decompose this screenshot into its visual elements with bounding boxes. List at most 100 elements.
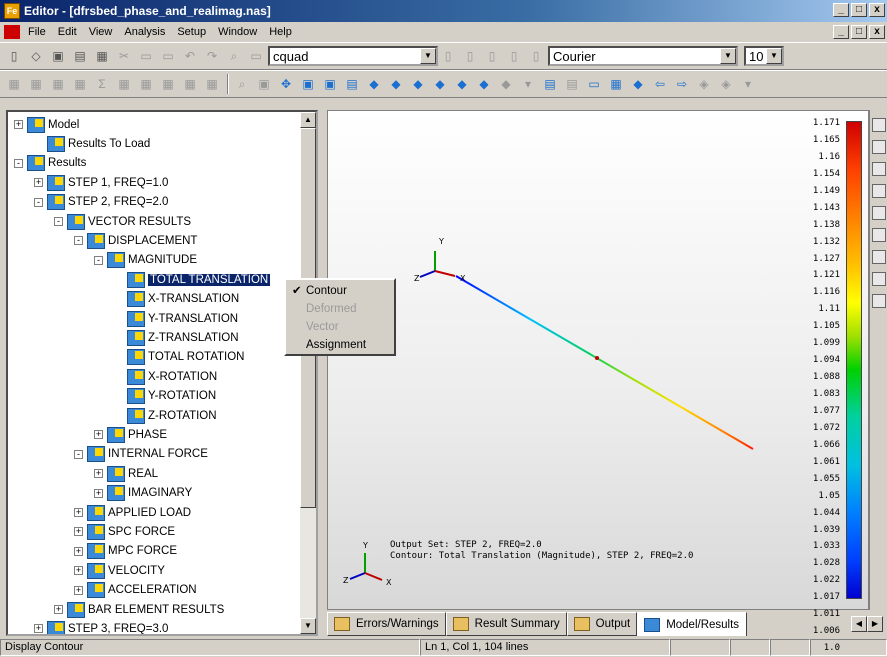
context-menu-assignment[interactable]: Assignment (286, 336, 394, 354)
view-back-icon[interactable] (872, 294, 886, 308)
view-side-icon[interactable] (872, 184, 886, 198)
materials-icon[interactable]: ▦ (158, 74, 178, 94)
expand-icon[interactable]: + (74, 546, 83, 556)
context-menu-vector[interactable]: Vector (286, 318, 394, 336)
minimize-button[interactable]: _ (833, 3, 849, 17)
tree-node[interactable]: - VECTOR RESULTS (54, 212, 191, 231)
expand-icon[interactable]: + (34, 178, 43, 188)
context-menu-contour[interactable]: ✔ Contour (286, 282, 394, 300)
display-icon[interactable]: ◆ (496, 74, 516, 94)
tree-node[interactable]: Z-ROTATION (114, 406, 217, 425)
tab-errors-warnings[interactable]: Errors/Warnings (327, 612, 446, 636)
view-left-icon[interactable] (872, 228, 886, 242)
document-icon[interactable] (4, 25, 20, 39)
save-icon[interactable]: ▣ (48, 46, 68, 66)
loads-icon[interactable]: ▦ (114, 74, 134, 94)
scroll-down-icon[interactable]: ▼ (300, 618, 316, 634)
result-deformed-icon[interactable]: ◆ (386, 74, 406, 94)
menu-window[interactable]: Window (212, 26, 263, 38)
comment-icon[interactable]: ▯ (482, 46, 502, 66)
view-right-icon[interactable] (872, 250, 886, 264)
tree-node[interactable]: + IMAGINARY (94, 484, 192, 503)
chevron-down-icon[interactable]: ▼ (766, 48, 782, 64)
tree-node[interactable]: + STEP 3, FREQ=3.0 (34, 619, 168, 634)
tree-node[interactable]: + STEP 1, FREQ=1.0 (34, 173, 168, 192)
view-iso-icon[interactable] (872, 206, 886, 220)
tab-output[interactable]: Output (566, 612, 638, 636)
tree-node[interactable]: + ACCELERATION (74, 581, 197, 600)
result-plot-icon[interactable]: ◆ (474, 74, 494, 94)
tree-node[interactable]: + MPC FORCE (74, 542, 177, 561)
expand-icon[interactable]: + (94, 430, 103, 440)
zoom-icon[interactable]: ⌕ (232, 74, 252, 94)
tree-node[interactable]: TOTAL TRANSLATION (114, 270, 271, 289)
paste-icon[interactable]: ▭ (158, 46, 178, 66)
forward-arrow-icon[interactable]: ⇨ (672, 74, 692, 94)
tree-node[interactable]: + SPC FORCE (74, 522, 175, 541)
collapse-icon[interactable]: - (34, 197, 43, 207)
collapse-icon[interactable]: - (94, 255, 103, 265)
view-cube-icon[interactable] (872, 118, 886, 132)
tree-node[interactable]: X-TRANSLATION (114, 290, 239, 309)
menu-help[interactable]: Help (263, 26, 298, 38)
menu-setup[interactable]: Setup (171, 26, 212, 38)
redo-icon[interactable]: ↷ (202, 46, 222, 66)
wireframe-icon[interactable]: ▭ (584, 74, 604, 94)
collapse-icon[interactable]: - (74, 236, 83, 246)
scroll-up-icon[interactable]: ▲ (300, 112, 316, 128)
tree-node[interactable]: Y-ROTATION (114, 387, 216, 406)
element-type-select[interactable]: cquad ▼ (268, 46, 438, 66)
tree-scrollbar[interactable]: ▲ ▼ (300, 112, 316, 634)
dropdown-icon[interactable]: ▾ (518, 74, 538, 94)
view-front-icon[interactable] (872, 162, 886, 176)
menu-analysis[interactable]: Analysis (118, 26, 171, 38)
tree-node[interactable]: + REAL (94, 464, 158, 483)
print-preview-icon[interactable]: ▦ (92, 46, 112, 66)
expand-icon[interactable]: + (94, 488, 103, 498)
expand-icon[interactable]: + (94, 469, 103, 479)
tree-node[interactable]: - DISPLACEMENT (74, 231, 197, 250)
tree-node[interactable]: + Model (14, 115, 79, 134)
properties-icon[interactable]: ▦ (70, 74, 90, 94)
pan-icon[interactable]: ✥ (276, 74, 296, 94)
more-icon[interactable]: ▾ (738, 74, 758, 94)
uncomment-icon[interactable]: ▯ (504, 46, 524, 66)
tree-node[interactable]: - MAGNITUDE (94, 251, 197, 270)
fit-icon[interactable]: ▣ (254, 74, 274, 94)
result-animate-icon[interactable]: ◆ (430, 74, 450, 94)
tree-node[interactable]: + VELOCITY (74, 561, 165, 580)
font-size-select[interactable]: 10 ▼ (744, 46, 784, 66)
tree-node[interactable]: X-ROTATION (114, 367, 217, 386)
import-icon[interactable]: ◆ (628, 74, 648, 94)
expand-icon[interactable]: + (54, 605, 63, 614)
undo-icon[interactable]: ↶ (180, 46, 200, 66)
result-contour-icon[interactable]: ◆ (364, 74, 384, 94)
column-icon[interactable]: ▯ (526, 46, 546, 66)
graphics-viewport[interactable]: Y Z X Y Z X (327, 110, 869, 610)
tree-node[interactable]: Y-TRANSLATION (114, 309, 238, 328)
result-options-icon[interactable]: ◆ (452, 74, 472, 94)
collapse-icon[interactable]: - (54, 217, 63, 226)
menu-file[interactable]: File (22, 26, 52, 38)
tree-node[interactable]: Results To Load (34, 134, 150, 153)
new-file-icon[interactable]: ▯ (4, 46, 24, 66)
open-icon[interactable]: ◇ (26, 46, 46, 66)
card-icon[interactable]: ▯ (438, 46, 458, 66)
grid-icon[interactable]: ▦ (4, 74, 24, 94)
expand-icon[interactable]: + (14, 120, 23, 129)
mdi-close-button[interactable]: x (869, 25, 885, 39)
tree-node[interactable]: - Results (14, 154, 86, 173)
chevron-down-icon[interactable]: ▼ (720, 48, 736, 64)
tree-node[interactable]: - STEP 2, FREQ=2.0 (34, 193, 168, 212)
elements-icon[interactable]: ▦ (48, 74, 68, 94)
constraints-icon[interactable]: ▦ (136, 74, 156, 94)
tree-node[interactable]: + BAR ELEMENT RESULTS (54, 600, 224, 619)
collapse-icon[interactable]: - (14, 158, 23, 168)
tab-scroll-right-icon[interactable]: ▶ (867, 616, 883, 632)
mdi-minimize-button[interactable]: _ (833, 25, 849, 39)
close-button[interactable]: x (869, 3, 885, 17)
zoom-window-icon[interactable]: ▣ (298, 74, 318, 94)
result-vector-icon[interactable]: ◆ (408, 74, 428, 94)
copy-icon[interactable]: ▭ (136, 46, 156, 66)
bookmark-icon[interactable]: ▯ (460, 46, 480, 66)
